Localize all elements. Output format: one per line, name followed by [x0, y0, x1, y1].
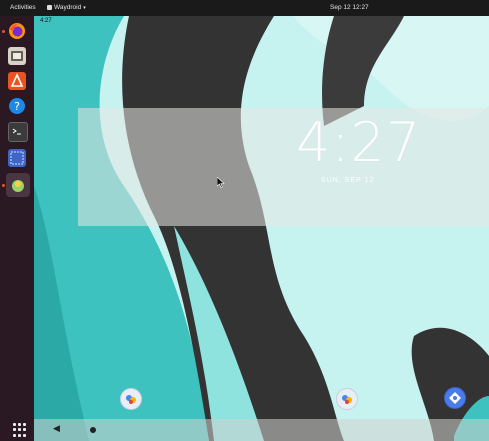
lock-clock: 4:27	[296, 111, 422, 174]
activities-button[interactable]: Activities	[10, 4, 36, 11]
help-icon[interactable]: ?	[8, 97, 26, 115]
app-menu-icon	[47, 4, 52, 10]
waydroid-screen[interactable]: 4:27 4:27 SUN, SEP 12 ◀	[34, 16, 489, 441]
screenshot-icon[interactable]	[8, 149, 26, 167]
svg-text:?: ?	[14, 100, 20, 113]
status-bar-time: 4:27	[40, 18, 52, 24]
firefox-icon[interactable]	[8, 22, 26, 40]
lock-date: SUN, SEP 12	[321, 177, 375, 184]
running-indicator	[2, 184, 5, 187]
mouse-cursor-icon	[217, 177, 225, 188]
chevron-down-icon: ▾	[83, 5, 86, 11]
home-circle-icon[interactable]	[90, 427, 96, 433]
dock: ?	[0, 16, 34, 441]
android-nav-bar: ◀	[34, 419, 489, 441]
files-icon[interactable]	[8, 47, 26, 65]
lock-clock-panel	[78, 108, 489, 226]
app-icon-3[interactable]	[444, 387, 466, 409]
wallpaper	[34, 16, 489, 441]
top-bar: Activities Waydroid ▾ Sep 12 12:27	[0, 0, 489, 16]
waydroid-icon[interactable]	[6, 173, 30, 197]
app-icon-1[interactable]	[120, 388, 142, 410]
terminal-icon[interactable]	[8, 122, 28, 142]
app-icon-2[interactable]	[336, 388, 358, 410]
running-indicator	[2, 30, 5, 33]
show-apps-icon[interactable]	[13, 423, 27, 437]
app-menu[interactable]: Waydroid ▾	[47, 4, 86, 11]
back-triangle-icon[interactable]: ◀	[53, 424, 60, 434]
top-clock[interactable]: Sep 12 12:27	[330, 4, 369, 11]
app-menu-label: Waydroid	[54, 4, 82, 11]
software-icon[interactable]	[8, 72, 26, 90]
